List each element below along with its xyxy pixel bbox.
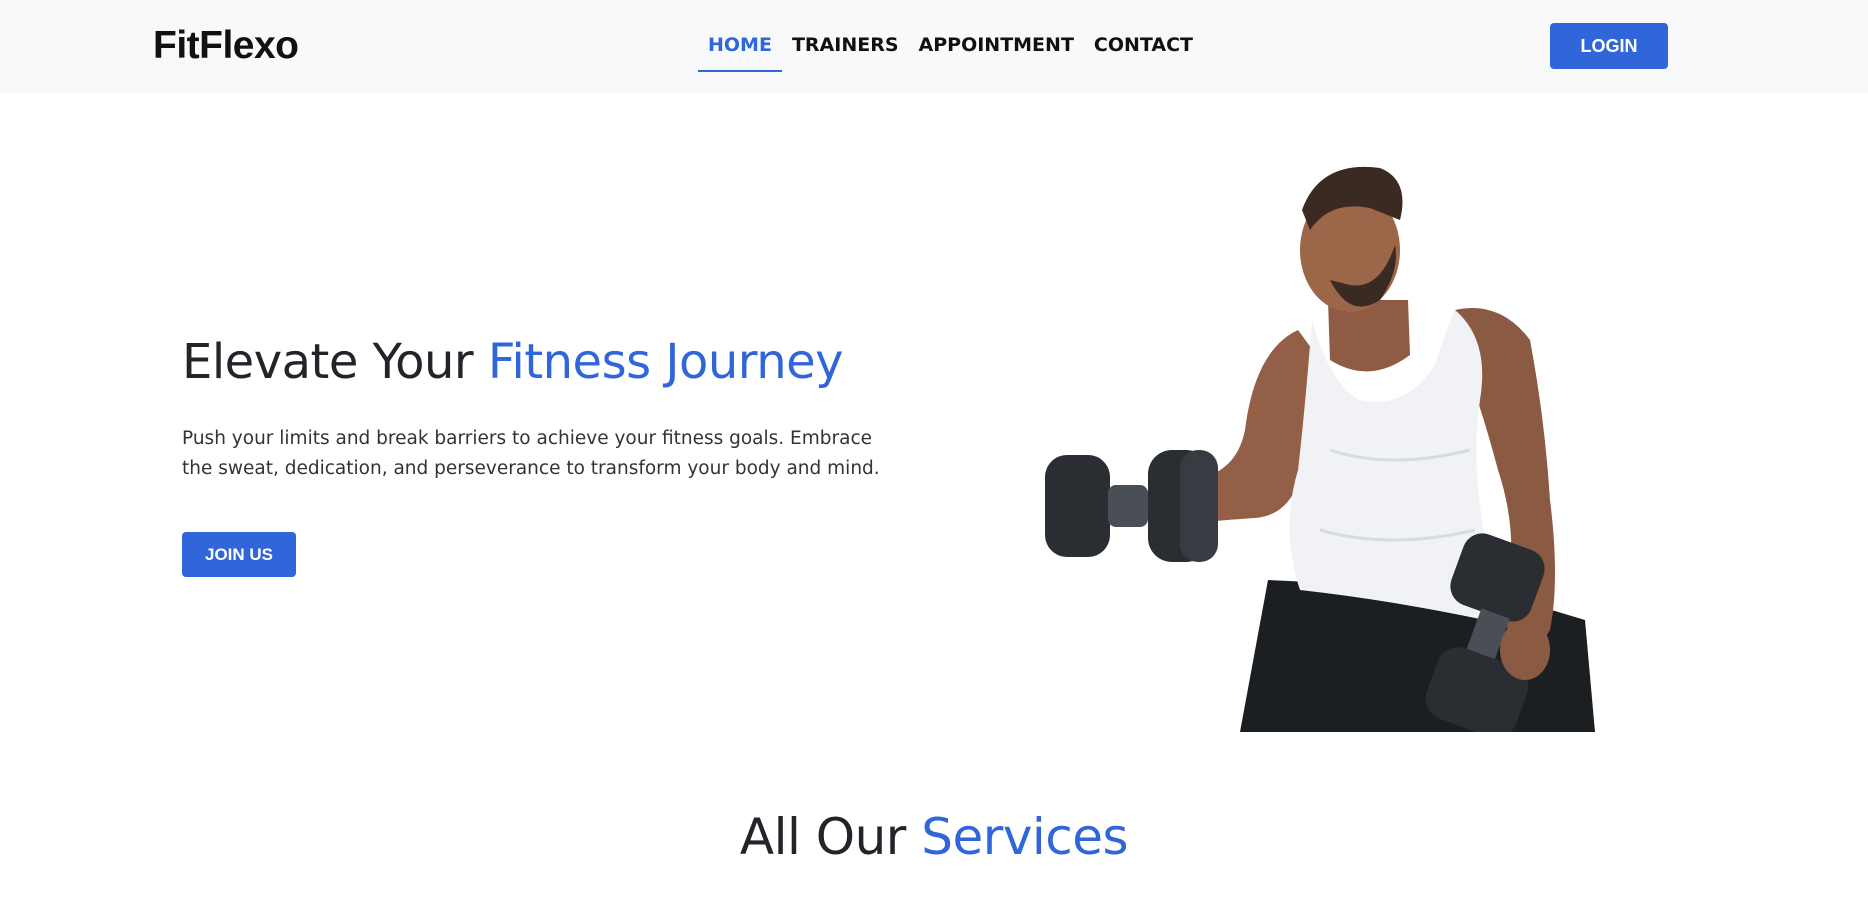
services-title-accent: Services (921, 808, 1129, 866)
join-us-button[interactable]: JOIN US (182, 532, 296, 577)
nav-link-home[interactable]: HOME (698, 0, 782, 72)
hero-description: Push your limits and break barriers to a… (182, 428, 880, 479)
services-title: All Our Services (0, 808, 1868, 866)
nav-link-contact[interactable]: CONTACT (1084, 0, 1203, 72)
hero-title: Elevate Your Fitness Journey (182, 334, 844, 390)
athlete-with-dumbbells-image (1045, 166, 1595, 732)
navbar: FitFlexo HOME TRAINERS APPOINTMENT CONTA… (0, 0, 1868, 93)
services-title-plain: All Our (739, 808, 922, 866)
login-button[interactable]: LOGIN (1550, 23, 1668, 69)
brand-logo[interactable]: FitFlexo (153, 24, 299, 68)
nav-link-appointment[interactable]: APPOINTMENT (909, 0, 1084, 72)
main-nav: HOME TRAINERS APPOINTMENT CONTACT (698, 0, 1203, 93)
hero-title-plain: Elevate Your (182, 334, 488, 390)
nav-link-trainers[interactable]: TRAINERS (782, 0, 909, 72)
hero-title-accent: Fitness Journey (487, 334, 844, 390)
